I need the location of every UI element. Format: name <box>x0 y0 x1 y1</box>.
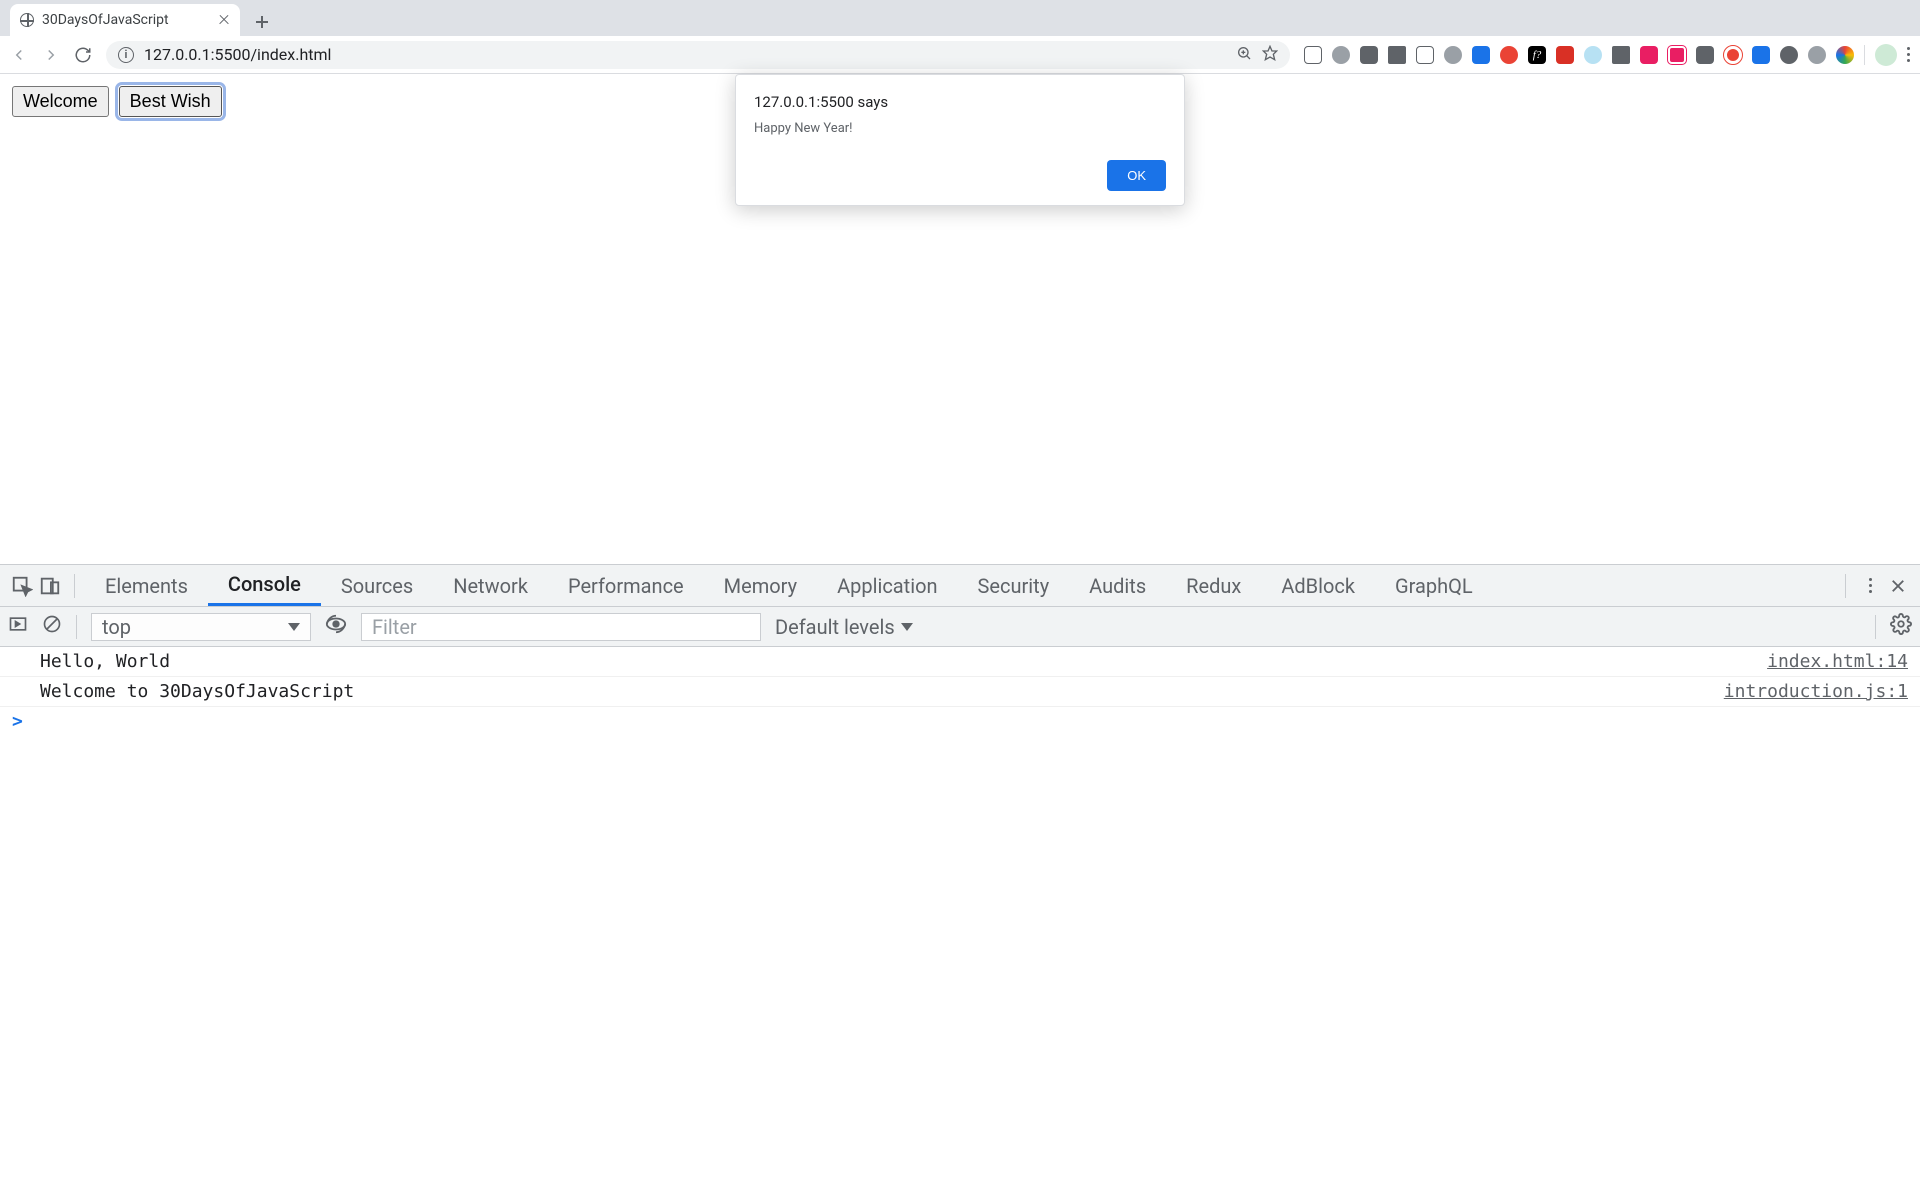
inspect-element-icon[interactable] <box>8 575 36 597</box>
extension-icon[interactable] <box>1472 46 1490 64</box>
devtools-menu-icon[interactable] <box>1856 578 1884 593</box>
tab-memory[interactable]: Memory <box>704 565 817 606</box>
url-text: 127.0.0.1:5500/index.html <box>144 45 1226 64</box>
extension-icon[interactable] <box>1780 46 1798 64</box>
log-source-link[interactable]: introduction.js:1 <box>1724 681 1908 702</box>
devtools-tabbar: Elements Console Sources Network Perform… <box>0 565 1920 607</box>
console-settings-icon[interactable] <box>1890 613 1912 640</box>
extension-icon[interactable] <box>1668 46 1686 64</box>
extension-icon[interactable]: f? <box>1528 46 1546 64</box>
tab-redux[interactable]: Redux <box>1166 565 1261 606</box>
console-toolbar: top Filter Default levels <box>0 607 1920 647</box>
browser-menu-icon[interactable] <box>1907 47 1910 62</box>
zoom-icon[interactable] <box>1236 45 1252 65</box>
extension-icon[interactable] <box>1332 46 1350 64</box>
dialog-header: 127.0.0.1:5500 says <box>754 93 1166 111</box>
extension-icons: f? <box>1304 36 1910 73</box>
tab-application[interactable]: Application <box>817 565 957 606</box>
tab-security[interactable]: Security <box>958 565 1070 606</box>
dialog-message: Happy New Year! <box>754 121 1166 136</box>
extension-icon[interactable] <box>1640 46 1658 64</box>
extension-icon[interactable] <box>1584 46 1602 64</box>
log-levels-dropdown[interactable]: Default levels <box>775 615 913 639</box>
toggle-sidebar-icon[interactable] <box>8 614 28 639</box>
extension-icon[interactable] <box>1556 46 1574 64</box>
site-info-icon[interactable]: i <box>118 47 134 63</box>
extension-icon[interactable] <box>1360 46 1378 64</box>
log-message: Hello, World <box>40 651 1767 672</box>
extension-icon[interactable] <box>1836 46 1854 64</box>
extension-icon[interactable] <box>1808 46 1826 64</box>
context-value: top <box>102 615 131 639</box>
extension-icon[interactable] <box>1752 46 1770 64</box>
device-toggle-icon[interactable] <box>36 575 64 597</box>
tab-sources[interactable]: Sources <box>321 565 433 606</box>
forward-button[interactable] <box>42 46 60 64</box>
prompt-caret: > <box>12 711 23 732</box>
log-message: Welcome to 30DaysOfJavaScript <box>40 681 1724 702</box>
browser-toolbar: i 127.0.0.1:5500/index.html f? <box>0 36 1920 74</box>
tab-network[interactable]: Network <box>433 565 548 606</box>
profile-avatar[interactable] <box>1875 44 1897 66</box>
back-button[interactable] <box>10 46 28 64</box>
browser-tabstrip: 30DaysOfJavaScript <box>0 0 1920 36</box>
execution-context-dropdown[interactable]: top <box>91 613 311 641</box>
divider <box>1875 615 1876 639</box>
chevron-down-icon <box>901 623 913 631</box>
tab-performance[interactable]: Performance <box>548 565 704 606</box>
clear-console-icon[interactable] <box>42 614 62 639</box>
extension-icon[interactable] <box>1304 46 1322 64</box>
reload-button[interactable] <box>74 46 92 64</box>
tab-adblock[interactable]: AdBlock <box>1261 565 1375 606</box>
extension-icon[interactable] <box>1416 46 1434 64</box>
log-source-link[interactable]: index.html:14 <box>1767 651 1908 672</box>
address-bar[interactable]: i 127.0.0.1:5500/index.html <box>106 41 1290 69</box>
filter-placeholder: Filter <box>372 615 417 639</box>
new-tab-button[interactable] <box>248 8 276 36</box>
extension-icon[interactable] <box>1696 46 1714 64</box>
divider <box>1845 574 1846 598</box>
javascript-alert-dialog: 127.0.0.1:5500 says Happy New Year! OK <box>735 74 1185 206</box>
browser-tab-active[interactable]: 30DaysOfJavaScript <box>10 4 240 36</box>
extension-icon[interactable] <box>1724 46 1742 64</box>
welcome-button[interactable]: Welcome <box>12 86 109 117</box>
tab-console[interactable]: Console <box>208 565 321 606</box>
levels-label: Default levels <box>775 615 895 639</box>
console-log-row: Welcome to 30DaysOfJavaScript introducti… <box>0 677 1920 707</box>
extension-icon[interactable] <box>1444 46 1462 64</box>
devtools-panel: Elements Console Sources Network Perform… <box>0 564 1920 1196</box>
live-expression-icon[interactable] <box>325 613 347 640</box>
divider <box>1864 45 1865 65</box>
tab-elements[interactable]: Elements <box>85 565 208 606</box>
globe-icon <box>20 13 34 27</box>
console-prompt[interactable]: > <box>0 707 1920 736</box>
tab-audits[interactable]: Audits <box>1069 565 1166 606</box>
tab-graphql[interactable]: GraphQL <box>1375 565 1493 606</box>
best-wish-button[interactable]: Best Wish <box>119 86 222 117</box>
extension-icon[interactable] <box>1388 46 1406 64</box>
devtools-close-icon[interactable] <box>1884 577 1912 595</box>
extension-icon[interactable] <box>1612 46 1630 64</box>
divider <box>74 574 75 598</box>
dialog-ok-button[interactable]: OK <box>1107 160 1166 191</box>
bookmark-icon[interactable] <box>1262 45 1278 65</box>
console-filter-input[interactable]: Filter <box>361 613 761 641</box>
console-output: Hello, World index.html:14 Welcome to 30… <box>0 647 1920 1196</box>
tab-title: 30DaysOfJavaScript <box>42 12 218 28</box>
chevron-down-icon <box>288 623 300 631</box>
extension-icon[interactable] <box>1500 46 1518 64</box>
dialog-actions: OK <box>754 160 1166 191</box>
close-tab-icon[interactable] <box>218 14 230 26</box>
divider <box>76 615 77 639</box>
page-content: Welcome Best Wish 127.0.0.1:5500 says Ha… <box>0 74 1920 564</box>
console-log-row: Hello, World index.html:14 <box>0 647 1920 677</box>
